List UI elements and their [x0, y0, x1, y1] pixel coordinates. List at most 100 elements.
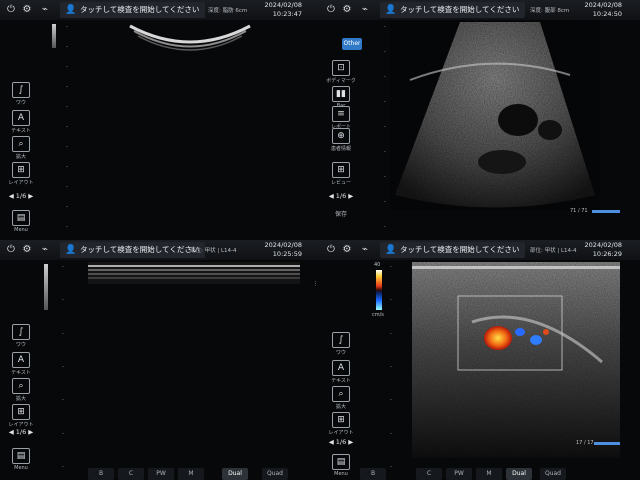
top-bar: ⏻ ⚙ ⌁ 👤 タッチして検査を開始してください 部位: 甲状 | L14-4 … [0, 240, 320, 260]
sidebar-item-zoom[interactable]: ⌕ 拡大 [324, 386, 358, 410]
patient-icon: 👤 [385, 245, 397, 255]
cine-progress[interactable] [594, 442, 620, 445]
patient-icon: 👤 [385, 5, 397, 15]
time-text: 10:26:29 [592, 250, 622, 258]
settings-icon[interactable]: ⚙ [20, 243, 34, 257]
tab-m-mode[interactable]: M [178, 468, 204, 480]
sidebar-item-bodymark[interactable]: ⊡ ボディマーク [324, 60, 358, 84]
time-text: 10:25:59 [272, 250, 302, 258]
sidebar-item-wave[interactable]: ∫ ワウ [4, 82, 38, 106]
wave-icon: ∫ [12, 82, 30, 98]
layout-icon: ⊞ [332, 412, 350, 428]
tab-dual[interactable]: Dual [506, 468, 532, 480]
depth-tick: - [384, 199, 386, 205]
sidebar-item-zoom[interactable]: ⌕ 拡大 [4, 136, 38, 160]
depth-tick: - [66, 84, 68, 90]
tab-quad[interactable]: Quad [540, 468, 566, 480]
settings-icon[interactable]: ⚙ [340, 3, 354, 17]
usb-icon[interactable]: ⌁ [358, 3, 372, 17]
cine-progress[interactable] [592, 210, 620, 213]
ultrasound-quad-view: ⏻ ⚙ ⌁ 👤 タッチして検査を開始してください 深度: 脂肪 6cm 2024… [0, 0, 640, 480]
bar-icon: ▮▮ [332, 86, 350, 102]
depth-tick: - [384, 124, 386, 130]
color-scale-top: 40 [374, 262, 381, 268]
sidebar-item-layout[interactable]: ⊞ レイアウト [324, 412, 358, 436]
tab-color[interactable]: C [416, 468, 442, 480]
sidebar-label: レビュー [330, 180, 351, 186]
depth-tick: - [66, 224, 68, 230]
tab-pw[interactable]: PW [148, 468, 174, 480]
sidebar-item-review[interactable]: ⊞ レビュー [324, 162, 358, 186]
sidebar-item-patient[interactable]: ⊕ 患者情報 [324, 128, 358, 152]
body-mark-icon: ⊡ [332, 60, 350, 76]
page-indicator[interactable]: ◀ 1/6 ▶ [4, 428, 38, 436]
tab-color[interactable]: C [118, 468, 144, 480]
sidebar-label: 患者情報 [330, 146, 351, 152]
review-icon: ⊞ [332, 162, 350, 178]
text-icon: A [12, 352, 30, 368]
sidebar-item-report[interactable]: ≡ レポート [324, 106, 358, 130]
sidebar-item-wave[interactable]: ∫ ワウ [324, 332, 358, 356]
cine-progress-fill [594, 442, 620, 445]
date-text: 2024/02/08 [264, 241, 302, 249]
panel-bottom-right: ⏻ ⚙ ⌁ 👤 タッチして検査を開始してください 部位: 甲状 | L14-4 … [320, 240, 640, 480]
page-indicator[interactable]: ◀ 1/6 ▶ [4, 192, 38, 200]
depth-tick: - [62, 397, 64, 404]
sidebar-label: レイアウト [8, 180, 34, 186]
cine-progress-fill [592, 210, 620, 213]
power-icon[interactable]: ⏻ [324, 3, 338, 17]
depth-tick: - [384, 99, 386, 105]
power-icon[interactable]: ⏻ [4, 243, 18, 257]
depth-bar [52, 24, 56, 48]
sidebar-item-text[interactable]: A テキスト [4, 352, 38, 376]
color-scale-bar [376, 270, 382, 310]
sidebar-label: テキスト [331, 378, 351, 384]
sidebar-item-layout[interactable]: ⊞ レイアウト [4, 404, 38, 428]
settings-icon[interactable]: ⚙ [20, 3, 34, 17]
usb-icon[interactable]: ⌁ [38, 3, 52, 17]
patient-icon: 👤 [65, 5, 77, 15]
sidebar-item-layout[interactable]: ⊞ レイアウト [4, 162, 38, 186]
menu-button[interactable]: ▤ Menu [4, 210, 38, 233]
store-button[interactable]: 保存 [324, 208, 358, 218]
depth-tick: - [384, 174, 386, 180]
sidebar-item-zoom[interactable]: ⌕ 拡大 [4, 378, 38, 402]
tab-m-mode[interactable]: M [476, 468, 502, 480]
depth-tick: - [66, 164, 68, 170]
magnifier-icon: ⌕ [12, 136, 30, 152]
start-exam-hint[interactable]: 👤 タッチして検査を開始してください [60, 2, 206, 18]
sidebar-item-wave[interactable]: ∫ ワウ [4, 324, 38, 348]
tab-b-mode[interactable]: B [88, 468, 114, 480]
preset-info: 部位: 甲状 | L14-4 [190, 248, 237, 254]
page-indicator[interactable]: ◀ 1/6 ▶ [324, 438, 358, 446]
page-text: 1/6 [335, 438, 347, 446]
start-exam-hint[interactable]: 👤 タッチして検査を開始してください [380, 2, 526, 18]
patient-icon: 👤 [65, 245, 77, 255]
sidebar-label: テキスト [11, 370, 31, 376]
tab-dual[interactable]: Dual [222, 468, 248, 480]
color-scale-unit: cm/s [372, 312, 384, 318]
frame-counter: 71 / 71 [570, 208, 588, 214]
depth-tick: - [66, 44, 68, 50]
tab-pw[interactable]: PW [446, 468, 472, 480]
panel-top-right: ⏻ ⚙ ⌁ 👤 タッチして検査を開始してください 深度: 腹部 8cm 2024… [320, 0, 640, 240]
tab-quad[interactable]: Quad [262, 468, 288, 480]
sidebar: ∫ ワウ A テキスト ⌕ 拡大 ⊞ レイアウト ◀ 1/6 ▶ ▤ Menu [320, 262, 362, 480]
tab-b-mode[interactable]: B [360, 468, 386, 480]
start-exam-hint[interactable]: 👤 タッチして検査を開始してください [380, 242, 526, 258]
menu-icon: ▤ [12, 210, 30, 226]
page-text: 1/6 [15, 428, 27, 436]
usb-icon[interactable]: ⌁ [358, 243, 372, 257]
preset-info: 深度: 腹部 8cm [530, 8, 570, 14]
depth-tick: - [66, 184, 68, 190]
sidebar-item-text[interactable]: A テキスト [4, 110, 38, 134]
power-icon[interactable]: ⏻ [324, 243, 338, 257]
sidebar-item-text[interactable]: A テキスト [324, 360, 358, 384]
usb-icon[interactable]: ⌁ [38, 243, 52, 257]
settings-icon[interactable]: ⚙ [340, 243, 354, 257]
sidebar: ∫ ワウ A テキスト ⌕ 拡大 ⊞ レイアウト ◀ 1/6 ▶ ▤ Menu [0, 262, 42, 480]
start-exam-hint[interactable]: 👤 タッチして検査を開始してください [60, 242, 206, 258]
page-indicator[interactable]: ◀ 1/6 ▶ [324, 192, 358, 200]
power-icon[interactable]: ⏻ [4, 3, 18, 17]
depth-tick: - [390, 297, 392, 304]
